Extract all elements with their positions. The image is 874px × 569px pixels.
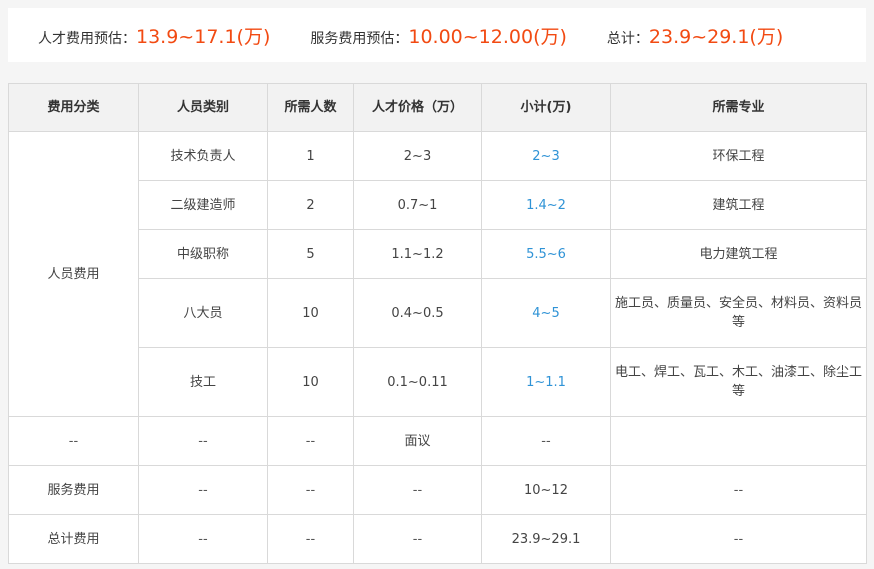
cell-type: -- bbox=[138, 416, 268, 466]
table-row: 服务费用 -- -- -- 10~12 -- bbox=[8, 465, 867, 515]
talent-cost-estimate: 人才费用预估： 13.9~17.1(万) bbox=[38, 22, 270, 49]
cost-summary-bar: 人才费用预估： 13.9~17.1(万) 服务费用预估： 10.00~12.00… bbox=[8, 8, 866, 62]
cell-major: -- bbox=[610, 465, 867, 515]
cell-price: 0.4~0.5 bbox=[353, 278, 482, 348]
cost-breakdown-table: 费用分类 人员类别 所需人数 人才价格（万） 小计(万) 所需专业 人员费用 技… bbox=[8, 83, 867, 564]
cell-price: 面议 bbox=[353, 416, 482, 466]
cell-category: -- bbox=[8, 416, 139, 466]
cell-subtotal: 4~5 bbox=[481, 278, 611, 348]
cell-major: 施工员、质量员、安全员、材料员、资料员等 bbox=[610, 278, 867, 348]
talent-cost-value: 13.9~17.1(万) bbox=[136, 25, 271, 48]
table-row: -- -- -- 面议 -- bbox=[8, 416, 867, 466]
cell-major: 环保工程 bbox=[610, 131, 867, 181]
table-row: 总计费用 -- -- -- 23.9~29.1 -- bbox=[8, 514, 867, 564]
cell-type: -- bbox=[138, 514, 268, 564]
service-cost-estimate: 服务费用预估： 10.00~12.00(万) bbox=[310, 22, 567, 49]
cell-major bbox=[610, 416, 867, 466]
cell-count: -- bbox=[267, 416, 354, 466]
cost-table-container: 费用分类 人员类别 所需人数 人才价格（万） 小计(万) 所需专业 人员费用 技… bbox=[8, 83, 867, 564]
cell-price: 0.1~0.11 bbox=[353, 347, 482, 417]
cell-major: 电力建筑工程 bbox=[610, 229, 867, 279]
header-subtotal: 小计(万) bbox=[481, 83, 611, 132]
header-cost-category: 费用分类 bbox=[8, 83, 139, 132]
table-header-row: 费用分类 人员类别 所需人数 人才价格（万） 小计(万) 所需专业 bbox=[8, 83, 867, 132]
cell-subtotal: 10~12 bbox=[481, 465, 611, 515]
table-row: 人员费用 技术负责人 1 2~3 2~3 环保工程 bbox=[8, 131, 867, 417]
total-cost-label: 总计： bbox=[606, 30, 649, 47]
cell-major: -- bbox=[610, 514, 867, 564]
cell-price: -- bbox=[353, 514, 482, 564]
talent-cost-label: 人才费用预估： bbox=[38, 30, 136, 47]
cell-count: 2 bbox=[267, 180, 354, 230]
total-cost-estimate: 总计： 23.9~29.1(万) bbox=[607, 22, 783, 49]
cell-subtotal: -- bbox=[481, 416, 611, 466]
header-personnel-type: 人员类别 bbox=[138, 83, 268, 132]
cell-subtotal: 1.4~2 bbox=[481, 180, 611, 230]
header-required-major: 所需专业 bbox=[610, 83, 867, 132]
cell-category: 服务费用 bbox=[8, 465, 139, 515]
cell-count: 10 bbox=[267, 347, 354, 417]
service-cost-label: 服务费用预估： bbox=[310, 30, 409, 47]
cell-price: 0.7~1 bbox=[353, 180, 482, 230]
personnel-category-cell: 人员费用 bbox=[8, 131, 139, 417]
cell-count: 10 bbox=[267, 278, 354, 348]
cell-type: 技术负责人 bbox=[138, 131, 268, 181]
header-talent-price: 人才价格（万） bbox=[353, 83, 482, 132]
cell-price: 2~3 bbox=[353, 131, 482, 181]
cell-price: 1.1~1.2 bbox=[353, 229, 482, 279]
cell-subtotal: 2~3 bbox=[481, 131, 611, 181]
service-cost-value: 10.00~12.00(万) bbox=[408, 25, 567, 48]
cell-type: 中级职称 bbox=[138, 229, 268, 279]
cell-subtotal: 1~1.1 bbox=[481, 347, 611, 417]
cell-subtotal: 5.5~6 bbox=[481, 229, 611, 279]
total-cost-value: 23.9~29.1(万) bbox=[648, 25, 784, 48]
cell-price: -- bbox=[353, 465, 482, 515]
cell-type: 八大员 bbox=[138, 278, 268, 348]
cell-type: 二级建造师 bbox=[138, 180, 268, 230]
cell-type: 技工 bbox=[138, 347, 268, 417]
cell-type: -- bbox=[138, 465, 268, 515]
cell-subtotal: 23.9~29.1 bbox=[481, 514, 611, 564]
cell-major: 电工、焊工、瓦工、木工、油漆工、除尘工等 bbox=[610, 347, 867, 417]
cell-count: -- bbox=[267, 514, 354, 564]
header-required-count: 所需人数 bbox=[267, 83, 354, 132]
cell-count: 5 bbox=[267, 229, 354, 279]
cell-count: -- bbox=[267, 465, 354, 515]
cell-count: 1 bbox=[267, 131, 354, 181]
cell-major: 建筑工程 bbox=[610, 180, 867, 230]
cell-category: 总计费用 bbox=[8, 514, 139, 564]
